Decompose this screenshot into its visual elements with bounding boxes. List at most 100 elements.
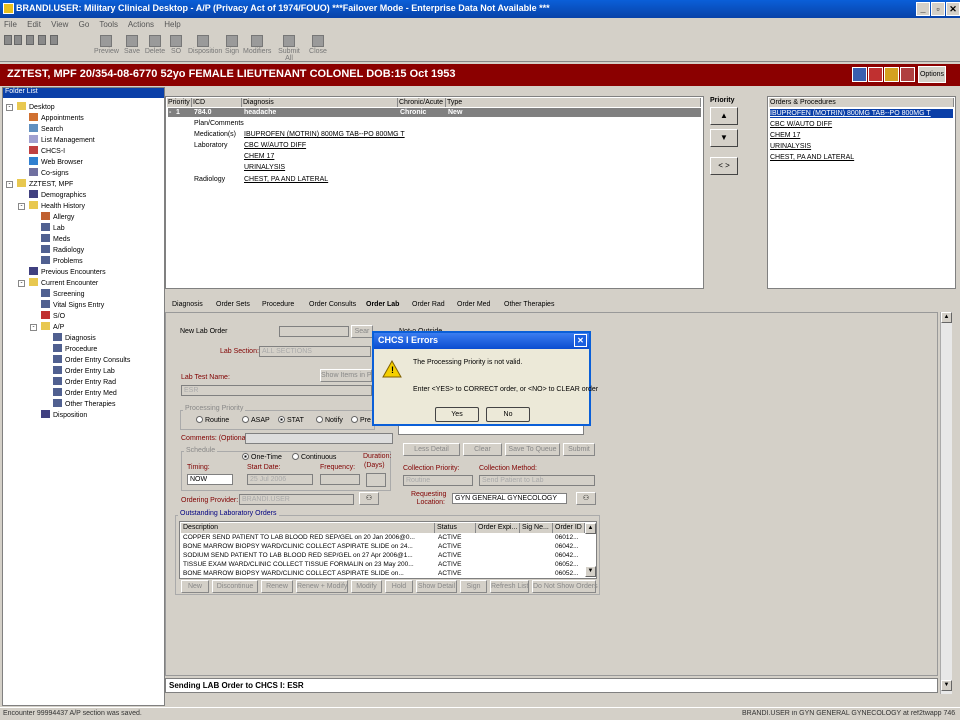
disposition-button[interactable]: Disposition — [188, 34, 222, 60]
tab-procedure[interactable]: Procedure — [262, 301, 294, 308]
tree-item-lab[interactable]: Lab — [41, 223, 65, 233]
continuous-radio[interactable]: Continuous — [292, 453, 336, 461]
provider-search-button[interactable]: ⚇ — [359, 492, 379, 505]
location-search-button[interactable]: ⚇ — [576, 492, 596, 505]
col-status[interactable]: Status — [435, 523, 476, 533]
collapse-ap-icon[interactable]: - — [30, 324, 37, 331]
col-order-id[interactable]: Order ID — [553, 523, 585, 533]
minimize-button[interactable]: _ — [916, 2, 930, 16]
tree-item-problems[interactable]: Problems — [41, 256, 83, 266]
radiology-link[interactable]: CHEST, PA AND LATERAL — [244, 175, 328, 184]
sign-button[interactable]: Sign — [220, 34, 244, 60]
tab-diagnosis[interactable]: Diagnosis — [172, 301, 203, 308]
tree-item-chcs[interactable]: CHCS-I — [29, 146, 65, 156]
nav-print-icon[interactable] — [50, 35, 58, 45]
tab-order-sets[interactable]: Order Sets — [216, 301, 250, 308]
col-chronic-acute[interactable]: Chronic/Acute — [398, 98, 446, 107]
tree-item-procedure[interactable]: Procedure — [53, 344, 97, 354]
duration-field[interactable] — [366, 473, 386, 487]
collection-method-select[interactable]: Send Patient to Lab — [479, 475, 595, 486]
priority-down-button[interactable]: ▼ — [710, 129, 738, 147]
alert-icon[interactable] — [884, 67, 899, 82]
new-lab-order-field[interactable] — [279, 326, 349, 337]
order-item-cbc[interactable]: CBC W/AUTO DIFF — [770, 120, 832, 129]
save-button[interactable]: Save — [120, 34, 144, 60]
tree-item-ap[interactable]: A/P — [41, 322, 64, 332]
col-diagnosis[interactable]: Diagnosis — [242, 98, 398, 107]
table-scroll-down-icon[interactable]: ▼ — [585, 566, 596, 577]
tree-item-order-med[interactable]: Order Entry Med — [53, 388, 117, 398]
tree-item-current-encounter[interactable]: Current Encounter — [29, 278, 98, 288]
col-type[interactable]: Type — [446, 98, 701, 107]
submit-button[interactable]: Submit — [563, 443, 595, 456]
collapse-patient-icon[interactable]: - — [6, 181, 13, 188]
show-detail-button[interactable]: Show Detail — [416, 580, 457, 593]
lab-section-select[interactable]: ALL SECTIONS — [259, 346, 371, 357]
dialog-no-button[interactable]: No — [486, 407, 530, 422]
timing-select[interactable]: NOW — [187, 474, 233, 485]
frequency-field[interactable] — [320, 474, 360, 485]
hold-button[interactable]: Hold — [385, 580, 413, 593]
tree-item-previous-encounters[interactable]: Previous Encounters — [29, 267, 106, 277]
scroll-up-icon[interactable]: ▲ — [941, 312, 952, 323]
dialog-close-button[interactable]: ✕ — [574, 334, 587, 347]
so-button[interactable]: SO — [164, 34, 188, 60]
nav-forward-icon[interactable] — [14, 35, 22, 45]
refresh-list-button[interactable]: Refresh List — [490, 580, 529, 593]
menu-view[interactable]: View — [51, 20, 68, 29]
comments-field[interactable] — [245, 433, 393, 444]
tree-item-other-therapies[interactable]: Other Therapies — [53, 399, 115, 409]
tab-order-lab[interactable]: Order Lab — [366, 301, 399, 308]
renew-button[interactable]: Renew — [261, 580, 293, 593]
maximize-button[interactable]: ▫ — [931, 2, 945, 16]
tree-item-health-history[interactable]: Health History — [29, 201, 85, 211]
tree-item-meds[interactable]: Meds — [41, 234, 70, 244]
col-icd[interactable]: ICD — [192, 98, 242, 107]
menu-tools[interactable]: Tools — [99, 20, 118, 29]
menu-go[interactable]: Go — [79, 20, 90, 29]
priority-pre-radio[interactable]: Pre — [351, 416, 371, 424]
col-priority[interactable]: Priority — [167, 98, 192, 107]
tree-item-search[interactable]: Search — [29, 124, 63, 134]
dialog-yes-button[interactable]: Yes — [435, 407, 479, 422]
priority-notify-radio[interactable]: Notify — [316, 416, 343, 424]
tree-item-appointments[interactable]: Appointments — [29, 113, 84, 123]
tree-item-co-signs[interactable]: Co-signs — [29, 168, 69, 178]
col-order-expiration[interactable]: Order Expi... — [476, 523, 520, 533]
priority-up-button[interactable]: ▲ — [710, 107, 738, 125]
lab-link-chem17[interactable]: CHEM 17 — [244, 152, 274, 161]
medication-link[interactable]: IBUPROFEN (MOTRIN) 800MG TAB--PO 800MG T — [244, 130, 405, 139]
nav-folder-icon[interactable] — [38, 35, 46, 45]
tree-item-patient[interactable]: ZZTEST, MPF — [17, 179, 73, 189]
tree-item-order-lab[interactable]: Order Entry Lab — [53, 366, 115, 376]
priority-asap-radio[interactable]: ASAP — [242, 416, 270, 424]
vitals-icon[interactable] — [852, 67, 867, 82]
form-scrollbar[interactable]: ▲ ▼ — [940, 312, 952, 694]
renew-modify-button[interactable]: Renew + Modify — [296, 580, 348, 593]
submit-all-button[interactable]: Submit All — [274, 34, 304, 62]
scroll-down-icon[interactable]: ▼ — [941, 680, 952, 691]
tree-item-radiology[interactable]: Radiology — [41, 245, 84, 255]
collapse-health-history-icon[interactable]: - — [18, 203, 25, 210]
lab-test-name-field[interactable]: ESR — [181, 385, 372, 396]
sign-order-button[interactable]: Sign — [460, 580, 487, 593]
tree-item-allergy[interactable]: Allergy — [41, 212, 74, 222]
discontinue-button[interactable]: Discontinue — [212, 580, 258, 593]
table-scroll-up-icon[interactable]: ▲ — [585, 523, 596, 534]
search-button[interactable]: Sear — [351, 325, 373, 338]
order-item-chest[interactable]: CHEST, PA AND LATERAL — [770, 153, 854, 162]
ordering-provider-field[interactable]: BRANDI.USER — [239, 494, 354, 505]
order-item-ibuprofen[interactable]: IBUPROFEN (MOTRIN) 800MG TAB--PO 800MG T — [770, 109, 953, 118]
priority-routine-radio[interactable]: Routine — [196, 416, 229, 424]
prb-icon[interactable] — [868, 67, 883, 82]
tree-item-vital-signs[interactable]: Vital Signs Entry — [41, 300, 104, 310]
tab-order-med[interactable]: Order Med — [457, 301, 490, 308]
order-item-urinalysis[interactable]: URINALYSIS — [770, 142, 811, 151]
table-row[interactable]: BONE MARROW BIOPSY WARD/CLINIC COLLECT A… — [180, 569, 586, 578]
nav-home-icon[interactable] — [26, 35, 34, 45]
col-description[interactable]: Description — [181, 523, 435, 533]
do-not-show-orders-button[interactable]: Do Not Show Orders — [532, 580, 598, 593]
tree-item-list-management[interactable]: List Management — [29, 135, 95, 145]
collection-priority-select[interactable]: Routine — [403, 475, 473, 486]
onetime-radio[interactable]: One-Time — [242, 453, 282, 461]
